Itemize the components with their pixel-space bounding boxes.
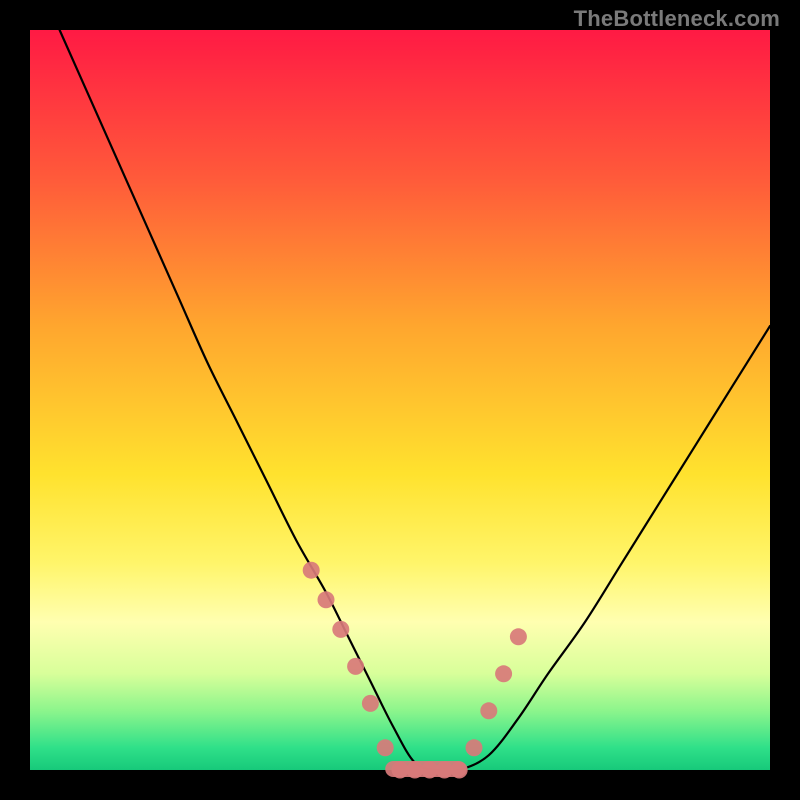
bottleneck-chart: TheBottleneck.com (0, 0, 800, 800)
data-marker (480, 702, 497, 719)
data-marker (466, 739, 483, 756)
watermark-text: TheBottleneck.com (574, 6, 780, 32)
data-marker (332, 621, 349, 638)
data-marker (347, 658, 364, 675)
data-marker (318, 591, 335, 608)
data-marker-floor (385, 761, 466, 777)
data-marker (303, 562, 320, 579)
data-marker (495, 665, 512, 682)
plot-area (30, 30, 770, 770)
data-marker (377, 739, 394, 756)
data-marker (510, 628, 527, 645)
data-marker (362, 695, 379, 712)
chart-svg (0, 0, 800, 800)
